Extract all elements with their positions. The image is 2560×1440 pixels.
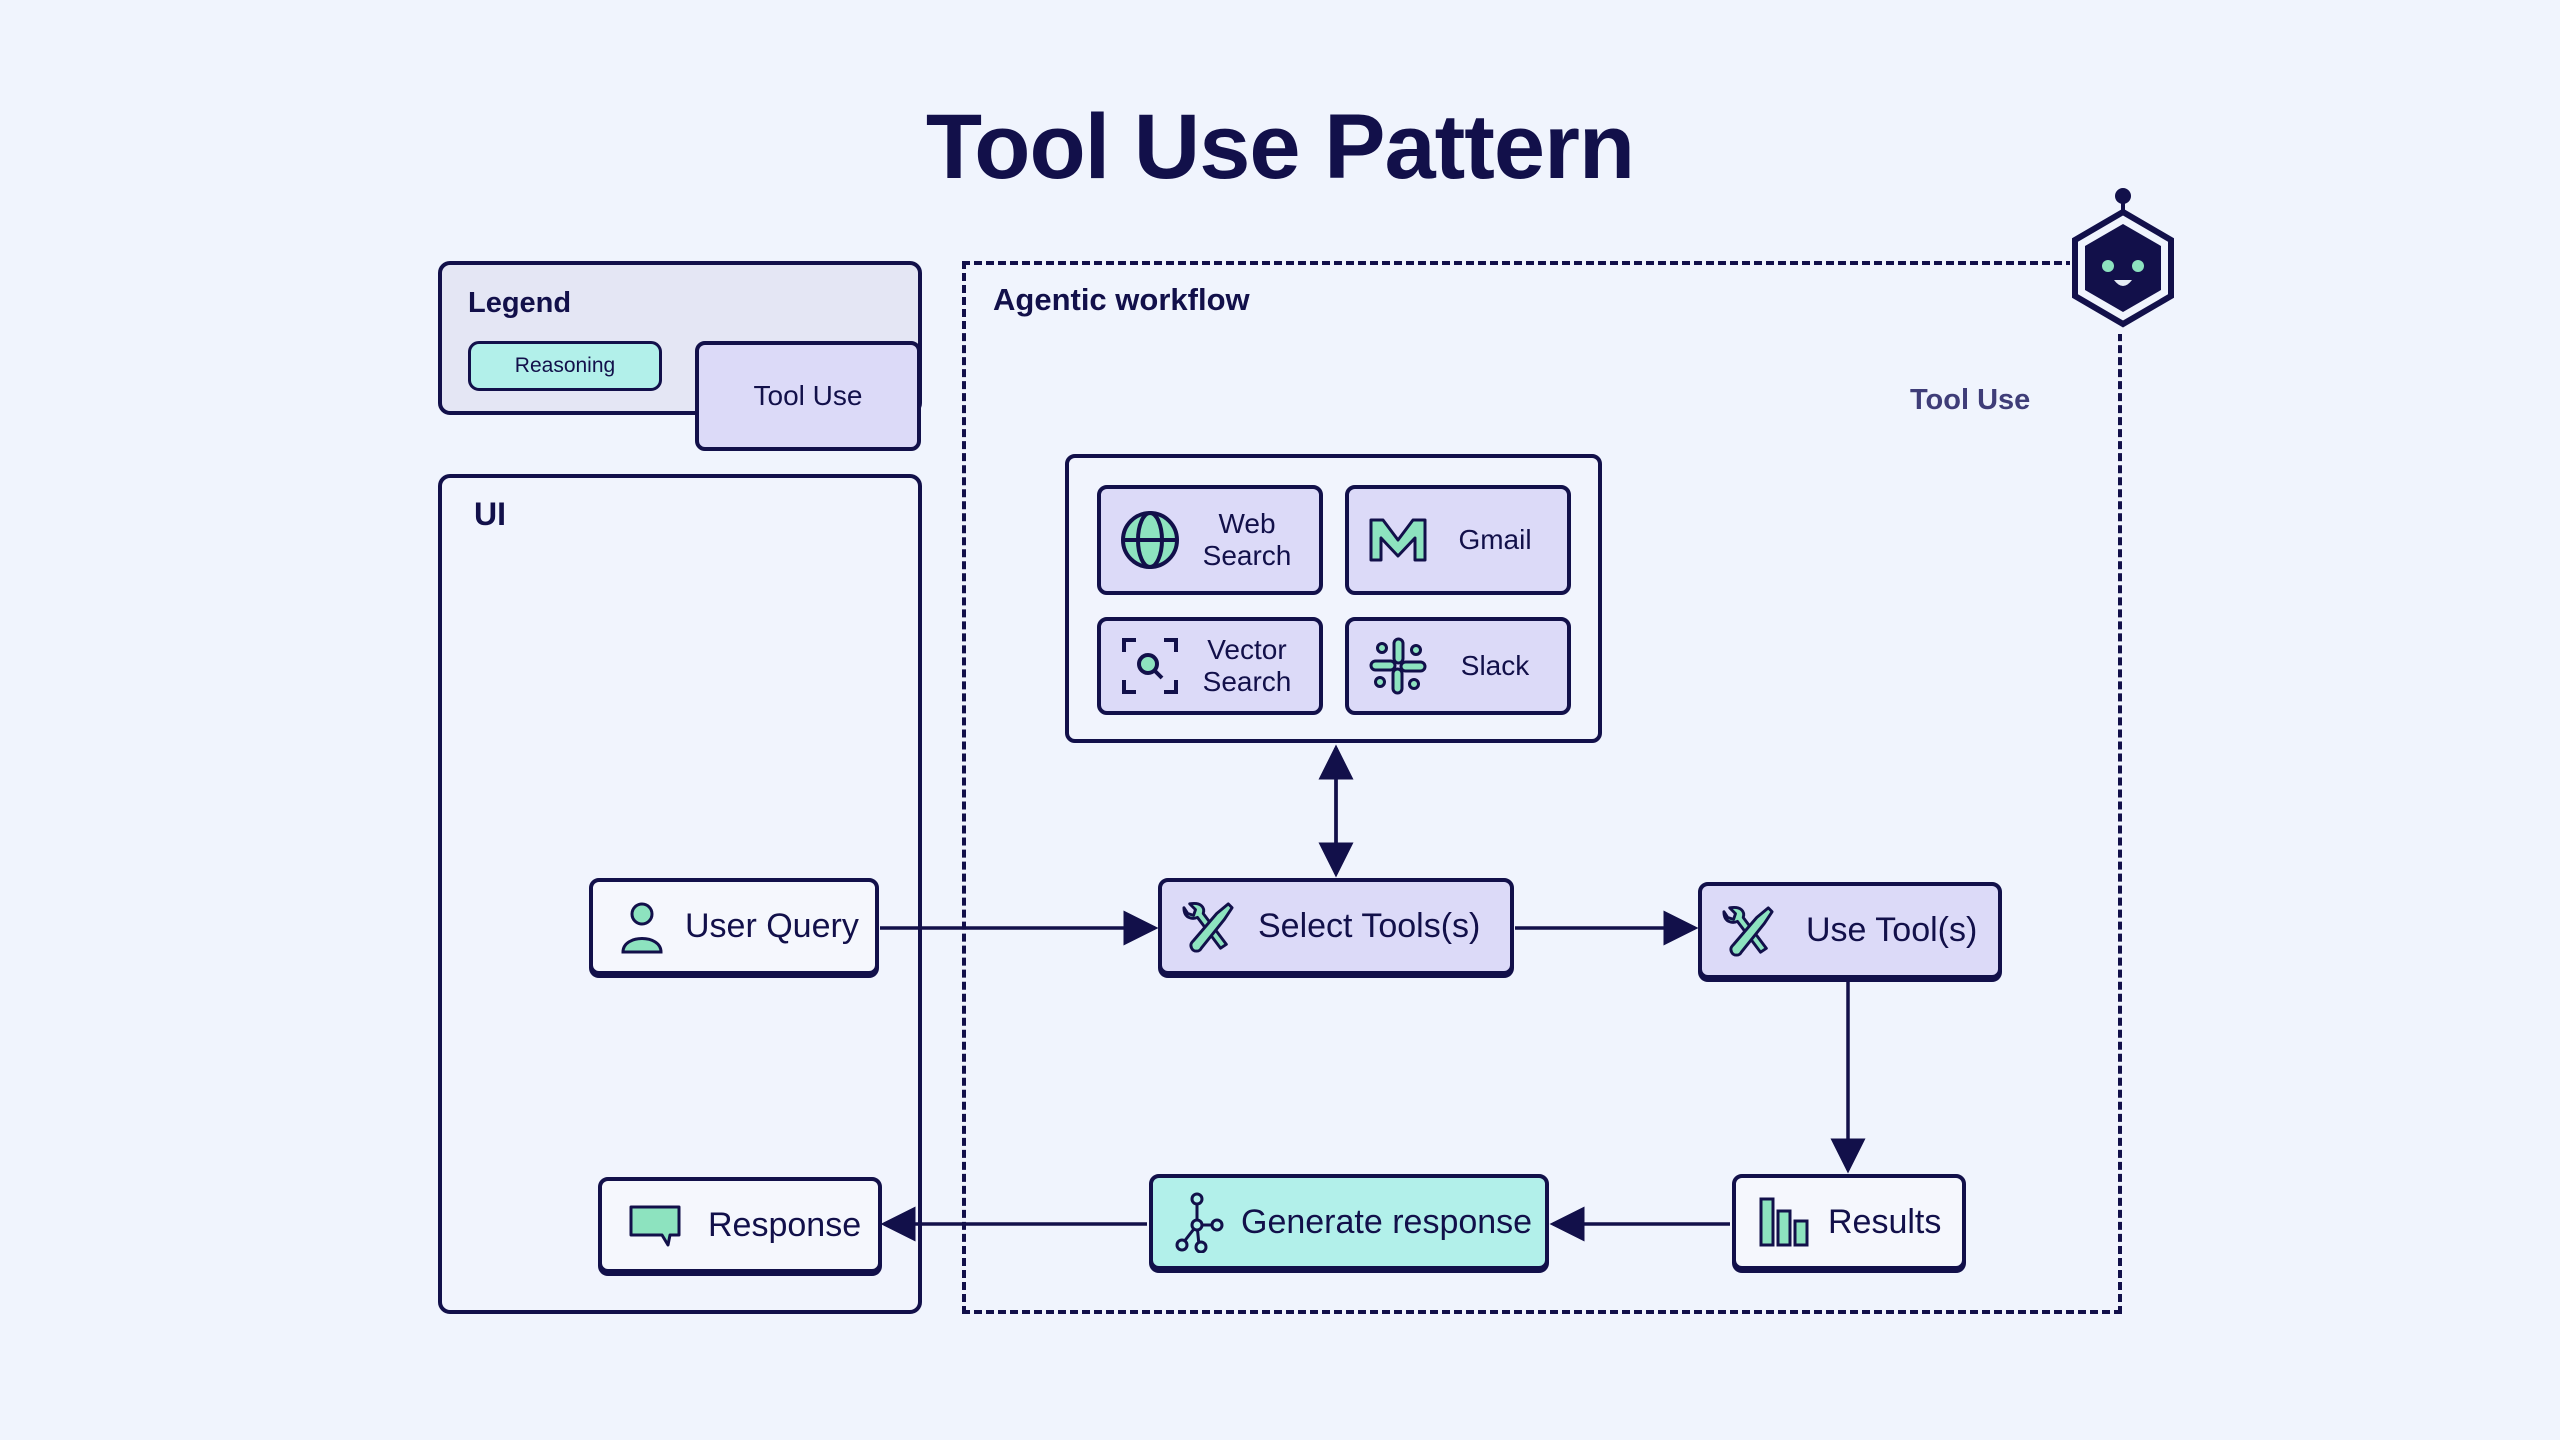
- tools-icon: [1182, 900, 1236, 954]
- gmail-icon: [1363, 505, 1433, 575]
- tool-vector-search-line1: Vector: [1207, 634, 1287, 665]
- tool-slack[interactable]: Slack: [1345, 617, 1571, 715]
- globe-icon: [1115, 505, 1185, 575]
- tool-vector-search-line2: Search: [1202, 666, 1292, 697]
- tool-web-search[interactable]: Web Search: [1097, 485, 1323, 595]
- node-use-tools[interactable]: Use Tool(s): [1698, 882, 2002, 979]
- user-icon: [615, 900, 669, 954]
- node-select-tools-label: Select Tools(s): [1258, 907, 1481, 945]
- node-results[interactable]: Results: [1732, 1174, 1966, 1270]
- tool-gmail-label: Gmail: [1458, 524, 1532, 555]
- node-response[interactable]: Response: [598, 1177, 882, 1273]
- bar-chart-icon: [1758, 1195, 1812, 1249]
- network-icon: [1173, 1192, 1227, 1253]
- node-user-query[interactable]: User Query: [589, 878, 879, 975]
- tool-web-search-line1: Web: [1218, 508, 1276, 539]
- node-generate-response[interactable]: Generate response: [1149, 1174, 1549, 1270]
- tool-gmail[interactable]: Gmail: [1345, 485, 1571, 595]
- tool-web-search-line2: Search: [1202, 540, 1292, 571]
- tool-slack-label: Slack: [1460, 650, 1530, 681]
- chat-bubble-icon: [628, 1198, 682, 1252]
- tools-icon: [1722, 904, 1776, 958]
- node-user-query-label: User Query: [685, 907, 859, 945]
- tool-vector-search[interactable]: Vector Search: [1097, 617, 1323, 715]
- node-results-label: Results: [1828, 1202, 1942, 1241]
- vector-search-icon: [1115, 631, 1185, 701]
- robot-agent-icon: [2070, 188, 2176, 334]
- node-response-label: Response: [708, 1205, 862, 1244]
- node-generate-response-label: Generate response: [1241, 1202, 1533, 1241]
- node-use-tools-label: Use Tool(s): [1806, 911, 1978, 949]
- slack-icon: [1363, 631, 1433, 701]
- node-select-tools[interactable]: Select Tools(s): [1158, 878, 1514, 975]
